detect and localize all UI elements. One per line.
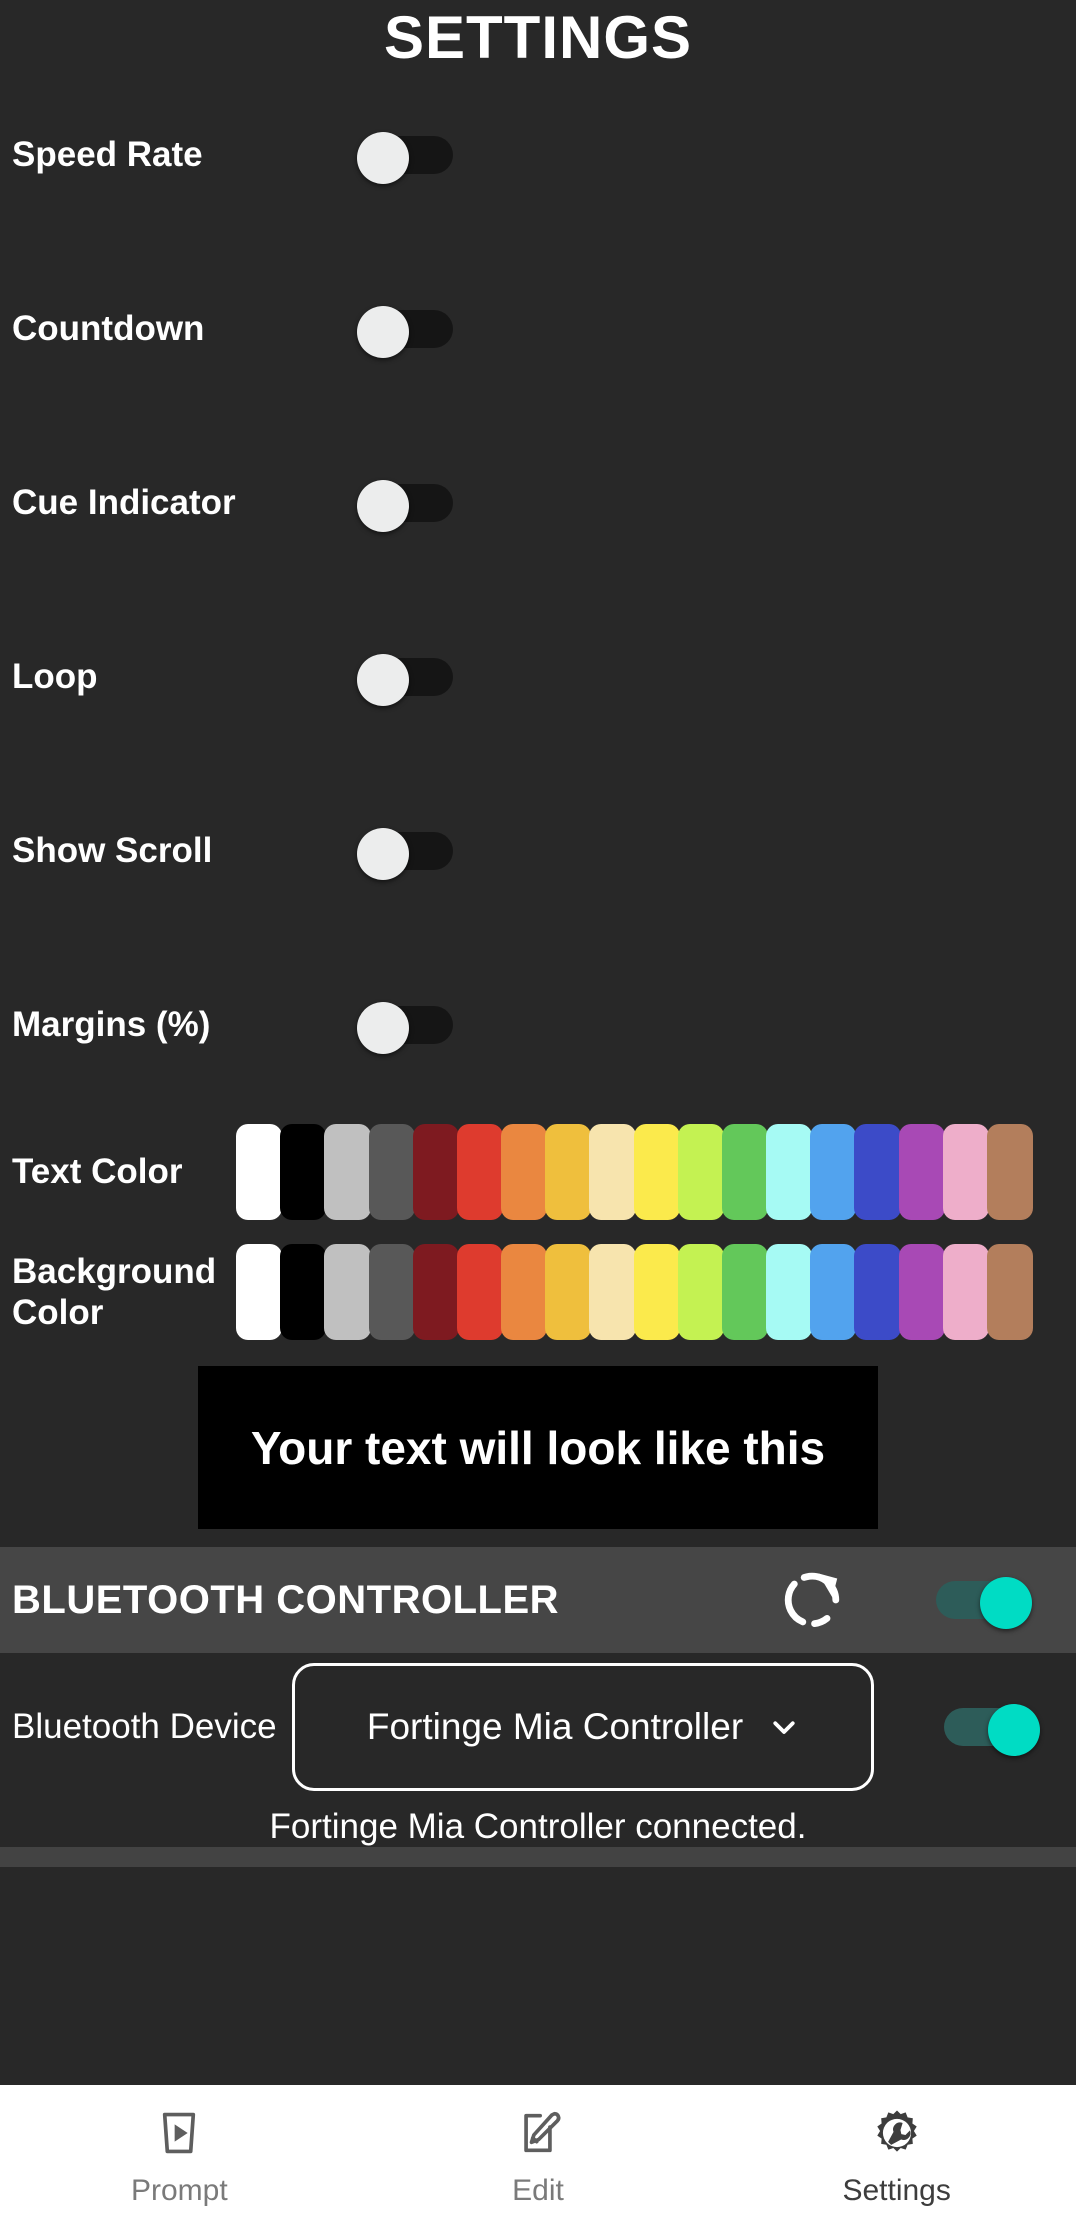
setting-row-background-color: Background Color — [0, 1232, 1076, 1352]
color-swatch[interactable] — [766, 1244, 813, 1340]
preview-text: Your text will look like this — [250, 1421, 826, 1474]
setting-label-text-color: Text Color — [12, 1152, 183, 1192]
color-swatch[interactable] — [810, 1124, 857, 1220]
bottom-navigation-bar: Prompt Edit Settings — [0, 2085, 1076, 2228]
toggle-knob — [357, 132, 409, 184]
color-swatch[interactable] — [854, 1244, 901, 1340]
color-swatch[interactable] — [501, 1124, 548, 1220]
nav-item-settings[interactable]: Settings — [717, 2105, 1076, 2208]
color-swatch[interactable] — [368, 1124, 415, 1220]
setting-label-margins: Margins (%) — [12, 1005, 211, 1045]
color-swatch[interactable] — [456, 1124, 504, 1220]
color-swatch[interactable] — [412, 1124, 459, 1220]
toggle-speed-rate[interactable] — [357, 132, 453, 184]
setting-label-show-scroll: Show Scroll — [12, 831, 213, 871]
toggle-countdown[interactable] — [357, 306, 453, 358]
preview-container: Your text will look like this — [0, 1352, 1076, 1547]
setting-label-background-color: Background Color — [12, 1251, 217, 1332]
color-swatch[interactable] — [766, 1124, 813, 1220]
toggle-loop[interactable] — [357, 654, 453, 706]
toggle-bluetooth-controller[interactable] — [936, 1577, 1032, 1629]
color-swatch[interactable] — [280, 1244, 327, 1340]
setting-row-speed-rate: Speed Rate — [0, 68, 1076, 242]
text-preview-box: Your text will look like this — [198, 1366, 878, 1529]
toggle-knob — [357, 306, 409, 358]
toggle-knob — [988, 1704, 1040, 1756]
bluetooth-section-header: BLUETOOTH CONTROLLER — [0, 1547, 1076, 1653]
nav-label-prompt: Prompt — [130, 2174, 228, 2207]
toggle-knob — [357, 654, 409, 706]
text-color-palette[interactable] — [236, 1124, 1076, 1220]
color-swatch[interactable] — [589, 1244, 636, 1340]
color-swatch[interactable] — [677, 1244, 724, 1340]
toggle-margins[interactable] — [357, 1002, 453, 1054]
setting-label-loop: Loop — [12, 657, 98, 697]
color-swatch[interactable] — [456, 1244, 504, 1340]
color-swatch[interactable] — [501, 1244, 548, 1340]
toggle-knob — [357, 828, 409, 880]
nav-label-edit: Edit — [512, 2174, 564, 2207]
settings-scroll-area[interactable]: SETTINGS Speed Rate Countdown Cue Indica… — [0, 0, 1076, 2085]
color-swatch[interactable] — [942, 1244, 989, 1340]
setting-label-speed-rate: Speed Rate — [12, 135, 203, 175]
setting-row-text-color: Text Color — [0, 1112, 1076, 1232]
setting-row-margins: Margins (%) — [0, 938, 1076, 1112]
color-swatch[interactable] — [677, 1124, 724, 1220]
color-swatch[interactable] — [854, 1124, 901, 1220]
color-swatch[interactable] — [986, 1244, 1034, 1340]
bluetooth-device-selected-value: Fortinge Mia Controller — [366, 1706, 744, 1747]
bluetooth-device-row: Bluetooth Device Fortinge Mia Controller — [0, 1653, 1076, 1801]
setting-label-countdown: Countdown — [12, 309, 205, 349]
toggle-knob — [357, 1002, 409, 1054]
teleprompter-play-icon — [151, 2105, 207, 2161]
scroll-bottom-strip — [0, 1847, 1076, 1867]
gear-wrench-icon — [869, 2105, 925, 2161]
setting-label-cue-indicator: Cue Indicator — [12, 483, 236, 523]
nav-label-settings: Settings — [842, 2174, 951, 2207]
toggle-knob — [357, 480, 409, 532]
setting-row-cue-indicator: Cue Indicator — [0, 416, 1076, 590]
chevron-down-icon — [769, 1712, 799, 1742]
toggle-show-scroll[interactable] — [357, 828, 453, 880]
color-swatch[interactable] — [324, 1244, 371, 1340]
color-swatch[interactable] — [545, 1124, 592, 1220]
color-swatch[interactable] — [280, 1124, 327, 1220]
nav-item-prompt[interactable]: Prompt — [0, 2105, 359, 2208]
settings-screen: SETTINGS Speed Rate Countdown Cue Indica… — [0, 0, 1076, 2228]
color-swatch[interactable] — [236, 1124, 283, 1220]
setting-row-show-scroll: Show Scroll — [0, 764, 1076, 938]
setting-row-countdown: Countdown — [0, 242, 1076, 416]
color-swatch[interactable] — [633, 1124, 680, 1220]
color-swatch[interactable] — [236, 1244, 283, 1340]
refresh-icon[interactable] — [778, 1566, 846, 1634]
color-swatch[interactable] — [721, 1244, 769, 1340]
color-swatch[interactable] — [545, 1244, 592, 1340]
bluetooth-device-dropdown[interactable]: Fortinge Mia Controller — [292, 1663, 874, 1791]
toggle-cue-indicator[interactable] — [357, 480, 453, 532]
page-title: SETTINGS — [383, 4, 693, 71]
color-swatch[interactable] — [898, 1124, 945, 1220]
color-swatch[interactable] — [412, 1244, 459, 1340]
color-swatch[interactable] — [810, 1244, 857, 1340]
nav-item-edit[interactable]: Edit — [359, 2105, 718, 2208]
bluetooth-status-text: Fortinge Mia Controller connected. — [269, 1807, 807, 1846]
toggle-bluetooth-device[interactable] — [944, 1704, 1040, 1756]
color-swatch[interactable] — [898, 1244, 945, 1340]
setting-row-loop: Loop — [0, 590, 1076, 764]
bluetooth-device-label: Bluetooth Device — [12, 1707, 277, 1746]
background-color-palette[interactable] — [236, 1244, 1076, 1340]
color-swatch[interactable] — [368, 1244, 415, 1340]
edit-pencil-icon — [510, 2105, 566, 2161]
color-swatch[interactable] — [986, 1124, 1034, 1220]
bluetooth-section-title: BLUETOOTH CONTROLLER — [12, 1577, 560, 1622]
color-swatch[interactable] — [589, 1124, 636, 1220]
toggle-knob — [980, 1577, 1032, 1629]
color-swatch[interactable] — [721, 1124, 769, 1220]
color-swatch[interactable] — [633, 1244, 680, 1340]
color-swatch[interactable] — [942, 1124, 989, 1220]
color-swatch[interactable] — [324, 1124, 371, 1220]
